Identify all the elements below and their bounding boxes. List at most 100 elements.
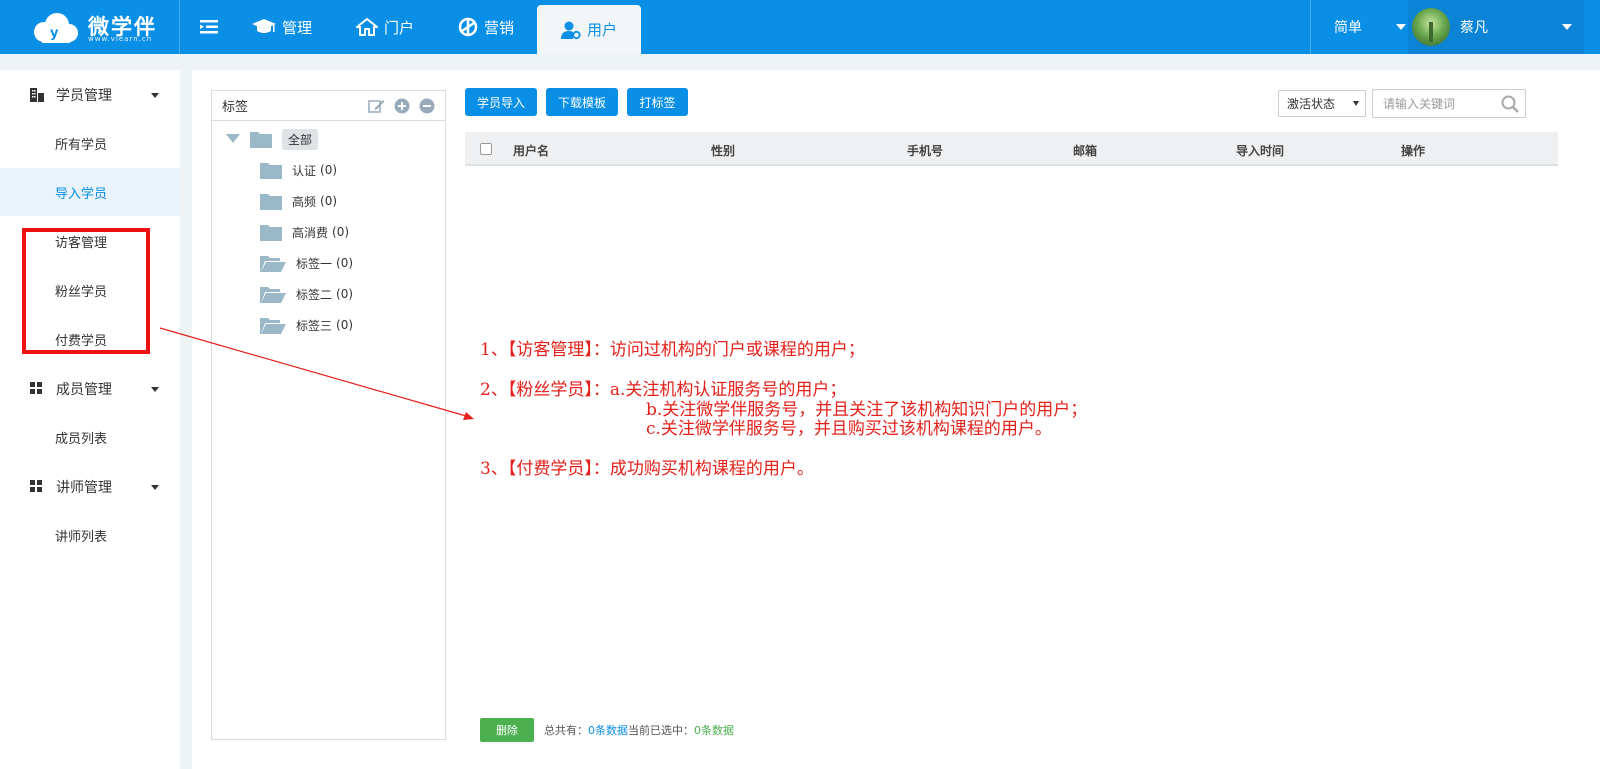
- avatar[interactable]: [1412, 8, 1450, 46]
- grid-icon: [30, 480, 42, 492]
- tree-node-count: (0): [336, 256, 354, 270]
- folder-open-icon: [260, 318, 286, 334]
- chevron-down-icon: [151, 387, 159, 392]
- chevron-down-icon: [151, 93, 159, 98]
- sidebar-item-label: 付费学员: [55, 333, 108, 349]
- tree-node-label: 认证: [292, 163, 317, 178]
- column-header-gender[interactable]: 性别: [711, 142, 735, 159]
- sidebar-item-fans[interactable]: 粉丝学员: [0, 266, 180, 314]
- delete-button[interactable]: 删除: [480, 718, 534, 742]
- divider: [179, 0, 180, 54]
- tree-node-count: (0): [332, 225, 350, 239]
- logo-subtext: www.vlearn.cn: [88, 35, 153, 43]
- tree-node-label: 标签三: [296, 318, 333, 333]
- column-header-username[interactable]: 用户名: [513, 142, 549, 159]
- nav-portal[interactable]: 门户: [356, 0, 414, 54]
- building-icon: [30, 88, 44, 102]
- remove-icon[interactable]: [419, 98, 435, 114]
- sidebar-group-label: 讲师管理: [56, 480, 112, 496]
- tag-tree-panel: 标签 全部 认证 (0) 高频 (0) 高消费 (0) 标签一 (0) 标签二 …: [211, 90, 446, 740]
- svg-text:y: y: [50, 26, 59, 41]
- graduation-cap-icon: [252, 19, 276, 33]
- sidebar-item-visitors[interactable]: 访客管理: [0, 217, 180, 265]
- tree-node-count: (0): [320, 163, 338, 177]
- column-header-phone[interactable]: 手机号: [907, 142, 943, 159]
- mode-select-label: 简单: [1334, 20, 1362, 36]
- tree-node-root[interactable]: 全部: [226, 126, 319, 152]
- sidebar-item-label: 粉丝学员: [55, 284, 108, 300]
- grid-icon: [30, 382, 42, 394]
- nav-users[interactable]: 用户: [537, 5, 642, 54]
- add-icon[interactable]: [394, 98, 410, 114]
- sidebar-group-students[interactable]: 学员管理: [0, 70, 180, 120]
- search-icon[interactable]: [1501, 95, 1519, 113]
- tree-node-count: (0): [336, 318, 354, 332]
- sidebar-item-teacher-list[interactable]: 讲师列表: [0, 511, 180, 559]
- folder-icon: [260, 194, 282, 210]
- tree-node-label: 标签二: [296, 287, 333, 302]
- tag-students-button[interactable]: 打标签: [627, 88, 688, 116]
- sidebar-item-all-students[interactable]: 所有学员: [0, 119, 180, 167]
- username: 蔡凡: [1460, 20, 1488, 36]
- sidebar-group-label: 学员管理: [56, 88, 112, 104]
- chevron-down-icon: [151, 485, 159, 490]
- annotation-line-fans-c: c.关注微学伴服务号，并且购买过该机构课程的用户。: [646, 419, 1052, 439]
- mode-select[interactable]: 简单: [1334, 0, 1406, 54]
- tree-node-count: (0): [320, 194, 338, 208]
- aperture-icon: [458, 17, 478, 37]
- status-select[interactable]: 激活状态: [1278, 90, 1366, 117]
- chevron-down-icon: [1562, 24, 1572, 30]
- nav-users-label: 用户: [587, 21, 618, 39]
- user-menu[interactable]: 蔡凡: [1408, 0, 1584, 54]
- footer-summary: 总共有： 0条数据 当前已选中： 0条数据: [544, 722, 734, 738]
- sidebar-item-member-list[interactable]: 成员列表: [0, 413, 180, 461]
- sidebar-group-members[interactable]: 成员管理: [0, 364, 180, 414]
- folder-icon: [260, 225, 282, 241]
- folder-open-icon: [260, 287, 286, 303]
- sidebar-item-label: 所有学员: [55, 137, 108, 153]
- sidebar-item-label: 访客管理: [55, 235, 108, 251]
- tree-node[interactable]: 标签一 (0): [260, 250, 353, 276]
- annotation-line-visitors: 1、【访客管理】：访问过机构的门户或课程的用户；: [480, 340, 865, 360]
- folder-open-icon: [260, 256, 286, 272]
- sidebar-item-paid-students[interactable]: 付费学员: [0, 315, 180, 363]
- folder-icon: [260, 163, 282, 179]
- sidebar-item-import-students[interactable]: 导入学员: [0, 168, 180, 216]
- chevron-down-icon: [1396, 24, 1406, 30]
- select-all-checkbox[interactable]: [480, 143, 492, 155]
- selected-label: 当前已选中：: [628, 724, 694, 737]
- search-box: [1372, 89, 1526, 118]
- column-header-import-time[interactable]: 导入时间: [1236, 142, 1284, 159]
- tree-node[interactable]: 标签三 (0): [260, 312, 353, 338]
- caret-down-icon[interactable]: [226, 134, 240, 144]
- sidebar-item-label: 讲师列表: [55, 529, 108, 545]
- nav-manage[interactable]: 管理: [252, 0, 312, 54]
- tree-node[interactable]: 高频 (0): [260, 188, 337, 214]
- status-select-value: 激活状态: [1287, 97, 1336, 111]
- tree-node[interactable]: 认证 (0): [260, 157, 337, 183]
- folder-icon: [250, 132, 272, 148]
- nav-marketing[interactable]: 营销: [458, 0, 514, 54]
- selected-count: 0条数据: [694, 724, 734, 737]
- menu-toggle-icon[interactable]: [200, 19, 218, 35]
- logo[interactable]: y 微学伴 www.vlearn.cn: [30, 9, 180, 45]
- column-header-actions[interactable]: 操作: [1401, 142, 1425, 159]
- tree-node-count: (0): [336, 287, 354, 301]
- import-students-button[interactable]: 学员导入: [465, 88, 537, 116]
- home-icon: [356, 18, 378, 36]
- column-header-email[interactable]: 邮箱: [1073, 142, 1097, 159]
- sidebar-group-label: 成员管理: [56, 382, 112, 398]
- top-bar: y 微学伴 www.vlearn.cn 管理 门户 营销 用户 简单 蔡凡: [0, 0, 1600, 54]
- edit-icon[interactable]: [368, 98, 385, 114]
- download-template-button[interactable]: 下载模板: [546, 88, 618, 116]
- sidebar-group-teachers[interactable]: 讲师管理: [0, 462, 180, 512]
- annotation-line-paid: 3、【付费学员】：成功购买机构课程的用户。: [480, 459, 814, 479]
- search-input[interactable]: [1373, 90, 1493, 117]
- sidebar-item-label: 导入学员: [55, 186, 108, 202]
- nav-marketing-label: 营销: [484, 18, 515, 37]
- divider: [1310, 0, 1311, 54]
- tree-node[interactable]: 高消费 (0): [260, 219, 349, 245]
- tag-tree-title: 标签: [222, 100, 249, 115]
- total-count: 0条数据: [588, 724, 628, 737]
- tree-node[interactable]: 标签二 (0): [260, 281, 353, 307]
